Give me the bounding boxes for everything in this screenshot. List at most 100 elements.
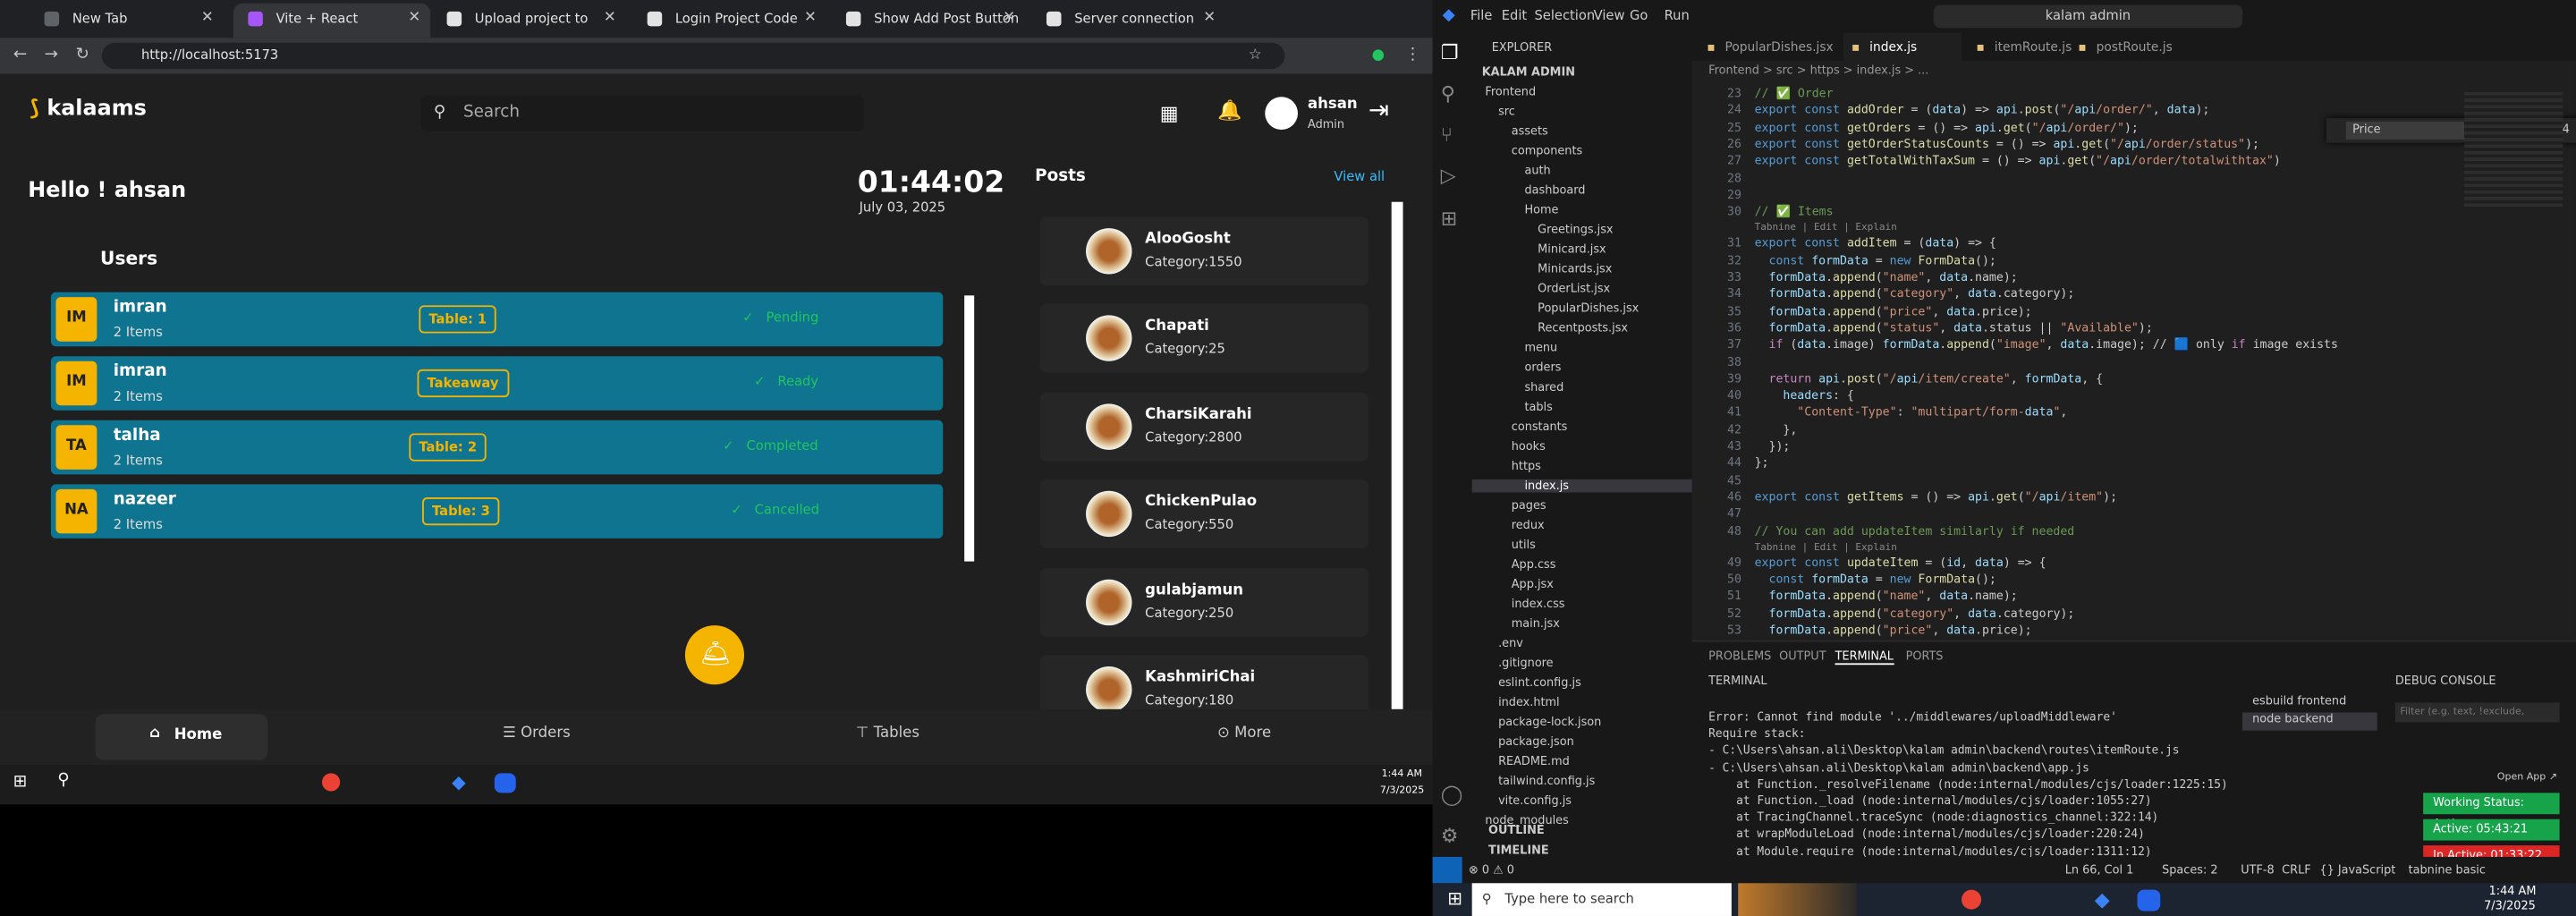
explorer-tree-item[interactable]: src (1472, 105, 1692, 118)
menu-item[interactable]: View (1594, 0, 1625, 33)
explorer-tree-item[interactable]: tailwind.config.js (1472, 775, 1692, 788)
code-line[interactable]: 42 }, (1692, 421, 1797, 437)
code-line[interactable]: 26 export const getOrderStatusCounts = ()… (1692, 136, 2259, 152)
code-line[interactable]: 52 formData.append("category", data.cate… (1692, 606, 2074, 622)
menu-item[interactable]: Edit (1502, 0, 1527, 33)
explorer-tree-item[interactable]: .gitignore (1472, 657, 1692, 670)
explorer-tree-item[interactable]: Minicard.jsx (1472, 243, 1692, 257)
browser-tab[interactable]: Server connection issue fix✕ (1031, 4, 1225, 57)
code-line[interactable]: 48 // You can add updateItem similarly if… (1692, 522, 2074, 539)
menu-item[interactable]: Run (1665, 0, 1690, 33)
explorer-tree-item[interactable]: components (1472, 144, 1692, 157)
profile-icon[interactable]: ● (1372, 38, 1385, 73)
search-icon[interactable]: ⚲ (57, 771, 69, 789)
extensions-icon[interactable]: ⊞ (1441, 207, 1457, 230)
explorer-root[interactable]: KALAM ADMIN (1482, 65, 1575, 79)
close-icon[interactable]: ✕ (804, 4, 817, 35)
explorer-tree-item[interactable]: redux (1472, 519, 1692, 532)
settings-gear-icon[interactable]: ⚙ (1441, 824, 1459, 847)
vscode-icon[interactable]: ◆ (452, 771, 466, 793)
explorer-tree-item[interactable]: index.css (1472, 598, 1692, 611)
logo[interactable]: ⟆ kalaams (30, 97, 147, 122)
timeline-section[interactable]: TIMELINE (1488, 844, 1549, 857)
code-line[interactable]: 34 formData.append("category", data.cate… (1692, 286, 2074, 302)
code-line[interactable]: 51 formData.append("name", data.name); (1692, 589, 2018, 605)
code-line[interactable]: 32 const formData = new FormData(); (1692, 252, 1996, 268)
explorer-tree-item[interactable]: menu (1472, 342, 1692, 355)
run-debug-icon[interactable]: ▷ (1441, 165, 1456, 188)
user-order-row[interactable]: IM imran 2 Items Takeaway ✓ Ready (50, 356, 944, 411)
explorer-tree-item[interactable]: eslint.config.js (1472, 676, 1692, 690)
minimap[interactable] (2464, 91, 2563, 208)
language-mode[interactable]: {} JavaScript (2319, 857, 2395, 883)
explorer-tree-item[interactable]: .env (1472, 637, 1692, 650)
editor-tab[interactable]: ▪ postRoute.js (2070, 33, 2172, 61)
explorer-tree-item[interactable]: Home (1472, 204, 1692, 217)
chrome-icon[interactable] (321, 773, 341, 792)
explorer-tree-item[interactable]: auth (1472, 165, 1692, 178)
explorer-tree-item[interactable]: https (1472, 460, 1692, 473)
zoom-icon[interactable] (2137, 889, 2161, 912)
browser-tab[interactable]: Show Add Post Button ✕ (831, 4, 1025, 38)
post-card[interactable]: AlooGosht Category:1550 (1039, 216, 1368, 286)
explorer-tree-item[interactable]: index.html (1472, 696, 1692, 709)
command-search[interactable]: kalam admin (1933, 4, 2243, 29)
zoom-icon[interactable] (494, 773, 516, 793)
grid-icon[interactable]: ▦ (1160, 102, 1179, 125)
code-line[interactable]: 47 (1692, 506, 1755, 522)
codelens[interactable]: Tabnine | Edit | Explain (1692, 221, 1897, 236)
terminal-instance[interactable]: node backend (2242, 712, 2377, 731)
code-line[interactable]: 45 (1692, 472, 1755, 488)
explorer-tree-item[interactable]: App.css (1472, 558, 1692, 572)
browser-tab[interactable]: Vite + React ✕ (233, 3, 431, 38)
terminal-instance[interactable]: esbuild frontend (2242, 694, 2377, 712)
editor-tab[interactable]: ▪ index.js (1843, 32, 1962, 61)
back-icon[interactable]: ← (13, 38, 27, 73)
chrome-icon[interactable] (1962, 889, 1982, 910)
users-scrollbar[interactable] (964, 295, 975, 562)
post-card[interactable]: ChickenPulao Category:550 (1039, 479, 1368, 549)
menu-icon[interactable]: ⋮ (1404, 38, 1420, 73)
problems-count[interactable]: ⊗ 0 ⚠ 0 (1469, 857, 1514, 883)
explorer-tree-item[interactable]: App.jsx (1472, 578, 1692, 591)
codelens[interactable]: Tabnine | Edit | Explain (1692, 539, 1897, 555)
explorer-tree-item[interactable]: orders (1472, 361, 1692, 375)
close-icon[interactable]: ✕ (1203, 4, 1216, 35)
explorer-tree-item[interactable]: README.md (1472, 755, 1692, 768)
panel-tab[interactable]: OUTPUT (1779, 650, 1826, 664)
vscode-icon[interactable]: ◆ (2095, 888, 2110, 912)
user-order-row[interactable]: TA talha 2 Items Table: 2 ✓ Completed (50, 420, 944, 475)
explorer-tree-item[interactable]: Greetings.jsx (1472, 224, 1692, 237)
browser-tab[interactable]: Upload project to kalams.org✕ (432, 4, 626, 57)
panel-tab[interactable]: PROBLEMS (1708, 650, 1771, 664)
code-line[interactable]: 29 (1692, 187, 1755, 203)
eol[interactable]: CRLF (2282, 857, 2310, 883)
nav-orders-button[interactable]: ☰ Orders (503, 725, 571, 742)
avatar[interactable] (1265, 97, 1298, 130)
explorer-tree-item[interactable]: utils (1472, 539, 1692, 552)
post-card[interactable]: Chapati Category:25 (1039, 304, 1368, 374)
tabnine-status[interactable]: tabnine basic (2409, 857, 2486, 883)
explorer-tree-item[interactable]: dashboard (1472, 184, 1692, 198)
code-line[interactable]: 41 "Content-Type": "multipart/form-data"… (1692, 404, 2067, 420)
code-line[interactable]: 46 export const getItems = () => api.get(… (1692, 489, 2117, 505)
logout-icon[interactable]: ⇥ (1368, 95, 1389, 124)
cursor-position[interactable]: Ln 66, Col 1 (2065, 857, 2134, 883)
browser-tab[interactable]: Login Project Code Help✕ (632, 4, 826, 57)
post-card[interactable]: gulabjamun Category:250 (1039, 567, 1368, 637)
nav-tables-button[interactable]: ⊤ Tables (856, 725, 919, 742)
open-app-link[interactable]: Open App ↗ (2497, 771, 2557, 783)
code-line[interactable]: 36 formData.append("status", data.status… (1692, 320, 2153, 336)
explorer-tree-item[interactable]: pages (1472, 499, 1692, 513)
code-line[interactable]: 35 formData.append("price", data.price); (1692, 303, 2032, 319)
windows-icon[interactable]: ⊞ (13, 773, 27, 791)
close-icon[interactable]: ✕ (408, 4, 420, 35)
menu-item[interactable]: Selection (1534, 0, 1595, 33)
code-line[interactable]: 27 export const getTotalWithTaxSum = () =… (1692, 153, 2281, 169)
bell-icon[interactable]: 🔔 (1217, 98, 1241, 122)
posts-scrollbar[interactable] (1391, 201, 1403, 711)
source-control-icon[interactable]: ⑂ (1441, 123, 1453, 147)
close-icon[interactable]: ✕ (604, 4, 616, 35)
code-line[interactable]: 44}; (1692, 455, 1768, 471)
outline-section[interactable]: OUTLINE (1488, 824, 1545, 837)
